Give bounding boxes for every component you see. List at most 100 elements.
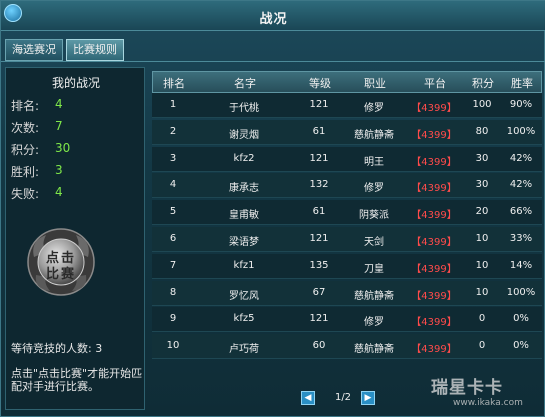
cell-class: 修罗 (364, 183, 384, 195)
cell-rank: 1 (169, 99, 177, 110)
cell-rank: 3 (169, 152, 177, 164)
cell-class: 天剑 (364, 237, 384, 248)
table-row: 8 罗忆风 67 慈航静斋 【4399】 10 100% (152, 280, 542, 306)
cell-platform: 【4399】 (411, 237, 457, 248)
cell-name: 于代桃 (229, 103, 259, 114)
cell-rank: 4 (169, 179, 177, 191)
waiting-count: 等待竞技的人数: 3 (11, 342, 103, 355)
cell-points: 100 (472, 99, 492, 110)
stat-value: 4 (55, 97, 63, 111)
start-match-button[interactable]: 点击 比赛 (26, 227, 96, 297)
cell-winrate: 90% (509, 99, 533, 110)
cell-name: 罗忆风 (229, 290, 259, 302)
table-row: 10 卢巧荷 60 慈航静斋 【4399】 0 0% (152, 334, 542, 360)
cell-level: 60 (312, 340, 326, 352)
stat-label: 胜利: (11, 165, 40, 179)
cell-rank: 6 (169, 233, 177, 244)
cell-name: kfz5 (233, 313, 255, 325)
page-indicator: 1/2 (334, 392, 352, 403)
table-row: 9 kfz5 121 修罗 【4399】 0 0% (152, 307, 542, 333)
table-row: 7 kfz1 135 刀皇 【4399】 10 14% (152, 253, 542, 279)
cell-winrate: 0% (513, 340, 529, 352)
cell-platform: 【4399】 (411, 317, 457, 329)
cell-points: 10 (475, 286, 489, 298)
cell-points: 30 (475, 179, 489, 191)
cell-platform: 【4399】 (411, 263, 457, 275)
start-match-hint: 点击"点击比赛"才能开始匹配对手进行比赛。 (11, 367, 143, 393)
watermark-title: 瑞星卡卡 (431, 378, 503, 398)
cell-rank: 9 (169, 313, 177, 325)
stat-count: 次数: 7 (11, 119, 63, 137)
stat-points: 积分: 30 (11, 141, 70, 159)
cell-platform: 【4399】 (411, 344, 457, 356)
cell-level: 121 (309, 233, 329, 244)
cell-name: 康承志 (229, 183, 259, 195)
cell-winrate: 33% (509, 233, 533, 244)
tab-match-rules[interactable]: 比赛规则 (66, 39, 124, 61)
cell-level: 121 (309, 313, 329, 325)
cell-winrate: 42% (509, 152, 533, 164)
cell-rank: 8 (169, 286, 177, 298)
cell-name: kfz1 (233, 259, 255, 271)
table-row: 3 kfz2 121 明王 【4399】 30 42% (152, 146, 542, 172)
cell-platform: 【4399】 (411, 103, 457, 114)
cell-winrate: 14% (509, 259, 533, 271)
cell-level: 121 (309, 152, 329, 164)
cell-points: 0 (478, 340, 486, 352)
cell-class: 慈航静斋 (354, 344, 394, 356)
stat-losses: 失败: 4 (11, 185, 63, 203)
table-row: 5 皇甫敏 61 阴葵派 【4399】 20 66% (152, 200, 542, 226)
cell-name: 卢巧荷 (229, 344, 259, 356)
header-points: 积分 (472, 77, 494, 90)
cell-level: 61 (312, 206, 326, 218)
cell-class: 修罗 (364, 317, 384, 329)
cell-rank: 2 (169, 125, 177, 137)
cell-level: 121 (309, 99, 329, 110)
cell-name: 谢灵烟 (229, 129, 259, 141)
cell-class: 刀皇 (364, 263, 384, 275)
cell-platform: 【4399】 (411, 210, 457, 222)
my-record-title: 我的战况 (51, 76, 100, 90)
header-name: 名字 (234, 77, 256, 90)
stat-value: 30 (55, 141, 71, 155)
stat-wins: 胜利: 3 (11, 163, 63, 181)
stat-value: 7 (55, 119, 63, 133)
emblem-label-bottom: 比赛 (45, 267, 76, 282)
cell-platform: 【4399】 (411, 129, 457, 141)
tab-divider (1, 61, 545, 62)
stat-label: 次数: (11, 121, 40, 135)
window-title: 战况 (259, 12, 288, 27)
cell-level: 135 (309, 259, 329, 271)
cell-points: 10 (475, 233, 489, 244)
table-header: 排名 名字 等级 职业 平台 积分 胜率 (152, 71, 542, 93)
cell-winrate: 100% (506, 125, 536, 137)
my-record-panel: 我的战况 排名: 4 次数: 7 积分: 30 胜利: 3 失败: 4 点击 比… (5, 67, 145, 410)
prev-page-button[interactable]: ◀ (301, 391, 315, 405)
cell-points: 10 (475, 259, 489, 271)
stat-value: 3 (55, 163, 63, 177)
next-page-button[interactable]: ▶ (361, 391, 375, 405)
cell-rank: 10 (166, 340, 180, 352)
header-platform: 平台 (424, 77, 446, 90)
triangle-right-icon: ▶ (364, 393, 372, 403)
table-row: 1 于代桃 121 修罗 【4399】 100 90% (152, 93, 542, 118)
cell-winrate: 0% (513, 313, 529, 325)
cell-class: 慈航静斋 (354, 129, 394, 141)
watermark-url: www.ikaka.com (453, 398, 523, 408)
table-row: 4 康承志 132 修罗 【4399】 30 42% (152, 173, 542, 199)
tab-preliminary-status[interactable]: 海选赛况 (5, 39, 63, 61)
battle-status-window: 战况 海选赛况 比赛规则 我的战况 排名: 4 次数: 7 积分: 30 胜利:… (0, 0, 545, 417)
cell-points: 0 (478, 313, 486, 325)
stat-value: 4 (55, 185, 63, 199)
stat-label: 排名: (11, 99, 40, 113)
cell-winrate: 100% (506, 286, 536, 298)
cell-name: 梁语梦 (229, 237, 259, 248)
cell-class: 修罗 (364, 103, 384, 114)
tab-bar: 海选赛况 比赛规则 (5, 39, 124, 61)
cell-level: 132 (309, 179, 329, 191)
cell-class: 明王 (364, 156, 384, 168)
cell-platform: 【4399】 (411, 156, 457, 168)
cell-points: 80 (475, 125, 489, 137)
cell-points: 20 (475, 206, 489, 218)
cell-class: 慈航静斋 (354, 290, 394, 302)
